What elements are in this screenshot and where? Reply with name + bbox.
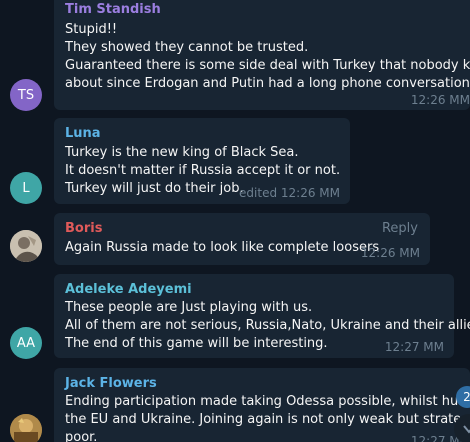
message-line: These people are Just playing with us. (65, 300, 313, 315)
message-line: It doesn't matter if Russia accept it or… (65, 163, 341, 178)
avatar[interactable]: TS (10, 79, 42, 111)
sender-name[interactable]: Tim Standish (65, 2, 161, 17)
message-line: Ending participation made taking Odessa … (65, 394, 470, 409)
sender-name[interactable]: Jack Flowers (65, 376, 157, 391)
message-bubble[interactable]: Adeleke Adeyemi These people are Just pl… (54, 274, 470, 358)
sender-name[interactable]: Adeleke Adeyemi (65, 282, 192, 297)
message-line: All of them are not serious, Russia,Nato… (65, 318, 470, 333)
message-line: poor. (65, 430, 98, 442)
message-bubble[interactable]: Luna Turkey is the new king of Black Sea… (54, 118, 350, 204)
message-time: edited 12:26 MM (239, 186, 340, 200)
message-time: 12:26 MM (410, 93, 470, 107)
message-line: the EU and Ukraine. Joining again is not… (65, 412, 470, 427)
sender-name[interactable]: Boris (65, 221, 102, 236)
photo-avatar-icon (10, 414, 42, 442)
message-bubble[interactable]: Tim Standish Stupid!! They showed they c… (54, 0, 470, 110)
avatar[interactable] (10, 230, 42, 262)
message-line: The end of this game will be interesting… (65, 336, 328, 351)
message-time: 12:26 MM (360, 246, 420, 260)
message-line: Again Russia made to look like complete … (65, 240, 380, 255)
chevron-down-icon (463, 425, 470, 434)
message-line: about since Erdogan and Putin had a long… (65, 76, 470, 91)
message-line: Stupid!! (65, 22, 118, 37)
message-bubble[interactable]: Jack Flowers Ending participation made t… (54, 368, 470, 442)
reply-button[interactable]: Reply (382, 221, 418, 236)
chat-history[interactable]: Tim Standish Stupid!! They showed they c… (0, 0, 470, 442)
message-line: Guaranteed there is some side deal with … (65, 58, 470, 73)
avatar[interactable]: L (10, 172, 42, 204)
message-line: Turkey is the new king of Black Sea. (65, 145, 299, 160)
avatar[interactable]: AA (10, 327, 42, 359)
message-bubble[interactable]: Boris Reply Again Russia made to look li… (54, 213, 430, 265)
sender-name[interactable]: Luna (65, 126, 101, 141)
photo-avatar-icon (10, 230, 42, 262)
message-time: 12:27 MM (384, 340, 444, 354)
message-line: Turkey will just do their job. (65, 181, 244, 196)
avatar[interactable] (10, 414, 42, 442)
message-line: They showed they cannot be trusted. (65, 40, 309, 55)
